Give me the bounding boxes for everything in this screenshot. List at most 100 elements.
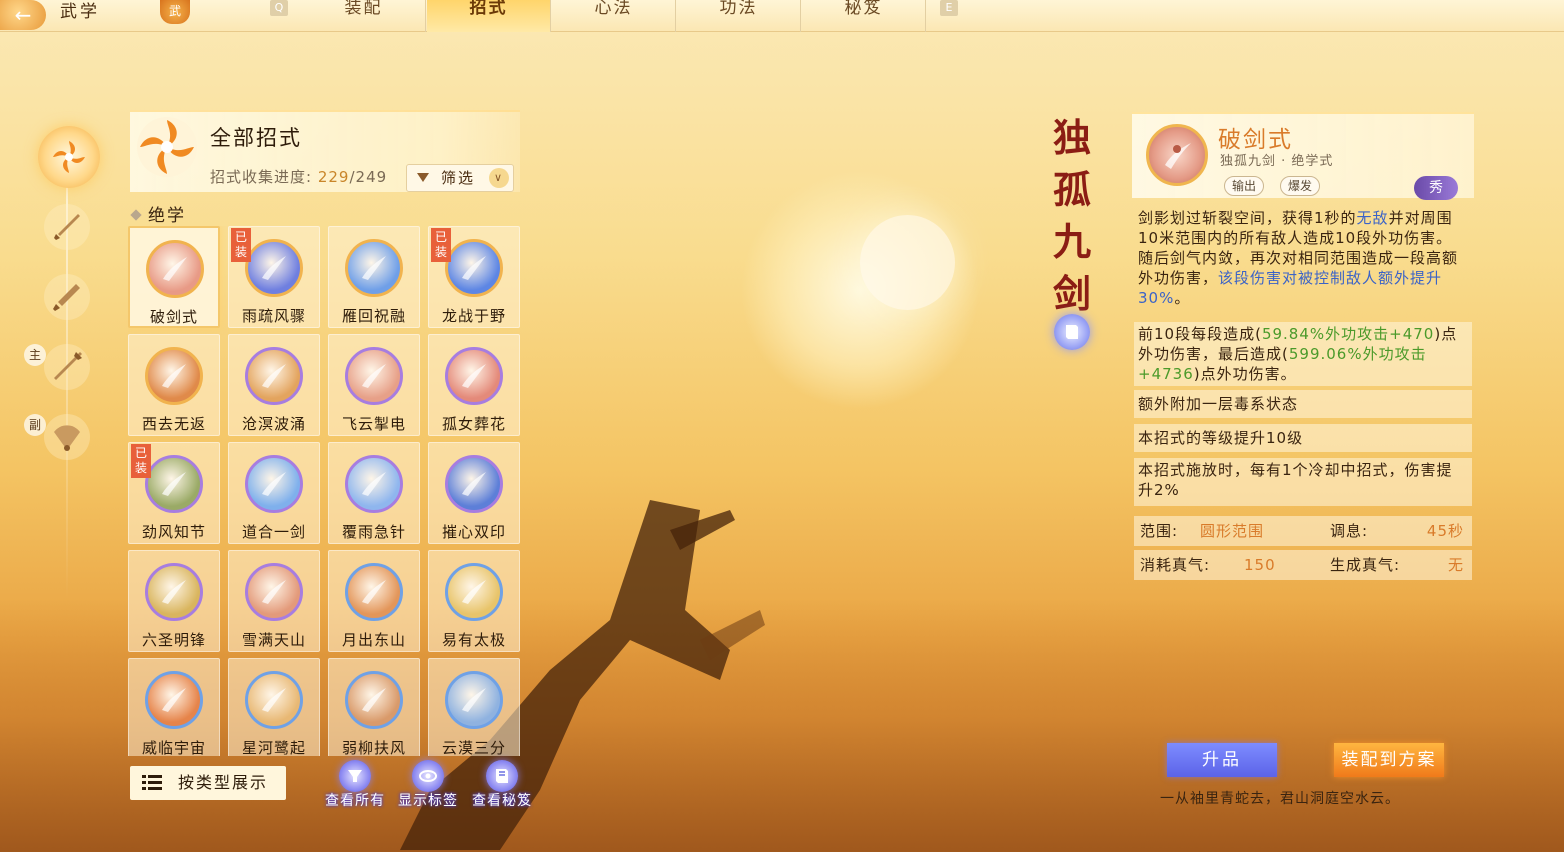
arrow-left-icon: ← bbox=[14, 3, 32, 27]
martial-emblem-icon: 武 bbox=[160, 0, 190, 24]
move-card[interactable]: 道合一剑 bbox=[228, 442, 320, 544]
progress-current: 229 bbox=[317, 168, 350, 186]
equipped-tag: 已装 bbox=[431, 228, 451, 262]
move-card[interactable]: 雁回祝融 bbox=[328, 226, 420, 328]
spear-icon bbox=[54, 352, 82, 380]
move-card[interactable]: 雪满天山 bbox=[228, 550, 320, 652]
move-card[interactable]: 月出东山 bbox=[328, 550, 420, 652]
view-manual-label: 查看秘笈 bbox=[472, 793, 532, 809]
formula-text: 前10段每段造成( bbox=[1138, 325, 1262, 343]
show-tags-label: 显示标签 bbox=[398, 793, 458, 809]
back-button[interactable]: ← bbox=[0, 0, 46, 30]
effect-poison: 额外附加一层毒系状态 bbox=[1134, 390, 1472, 418]
damage-formula: 前10段每段造成(59.84%外功攻击+470)点外功伤害，最后造成(599.0… bbox=[1134, 322, 1472, 386]
chevron-down-icon: ∨ bbox=[489, 168, 509, 188]
flavor-poem: 一从袖里青蛇去，君山洞庭空水云。 bbox=[1160, 791, 1400, 807]
diamond-icon bbox=[130, 209, 142, 221]
move-skill-icon bbox=[345, 239, 403, 297]
desc-highlight-invincible: 无敌 bbox=[1356, 209, 1389, 227]
manual-book-button[interactable] bbox=[1054, 314, 1090, 350]
move-name: 云漠三分 bbox=[441, 739, 506, 756]
view-all-button[interactable]: 查看所有 bbox=[315, 760, 395, 809]
move-card[interactable]: 西去无返 bbox=[128, 334, 220, 436]
nav-blade[interactable] bbox=[44, 274, 90, 320]
move-card[interactable]: 孤女葬花 bbox=[428, 334, 520, 436]
move-name: 孤女葬花 bbox=[441, 415, 506, 433]
section-label: 绝学 bbox=[130, 201, 186, 226]
tab-moves[interactable]: 招式 bbox=[427, 0, 551, 32]
move-name: 六圣明锋 bbox=[141, 631, 206, 649]
move-name: 弱柳扶风 bbox=[341, 739, 406, 756]
move-card[interactable]: 飞云掣电 bbox=[328, 334, 420, 436]
move-skill-icon bbox=[445, 239, 503, 297]
nav-fan[interactable] bbox=[44, 414, 90, 460]
move-portrait-icon bbox=[1146, 124, 1208, 186]
cooldown-value: 45秒 bbox=[1426, 522, 1464, 540]
move-name: 易有太极 bbox=[441, 631, 506, 649]
equip-to-plan-button[interactable]: 装配到方案 bbox=[1334, 743, 1444, 777]
move-name: 雪满天山 bbox=[241, 631, 306, 649]
flower-emblem-icon bbox=[53, 141, 85, 173]
desc-text: 。 bbox=[1174, 289, 1191, 307]
tag-burst: 爆发 bbox=[1280, 176, 1320, 196]
move-name: 覆雨急针 bbox=[341, 523, 406, 541]
move-card[interactable]: 摧心双印 bbox=[428, 442, 520, 544]
move-card[interactable]: 星河鹭起 bbox=[228, 658, 320, 756]
nav-sword[interactable] bbox=[44, 204, 90, 250]
move-skill-icon bbox=[445, 671, 503, 729]
tab-mind-method[interactable]: 心法 bbox=[552, 0, 676, 32]
move-skill-icon bbox=[245, 455, 303, 513]
key-hint-e: E bbox=[940, 0, 958, 16]
move-card[interactable]: 劲风知节 已装 bbox=[128, 442, 220, 544]
cooldown-label: 调息: bbox=[1330, 522, 1369, 540]
list-icon bbox=[142, 775, 162, 790]
move-card[interactable]: 覆雨急针 bbox=[328, 442, 420, 544]
upgrade-button[interactable]: 升品 bbox=[1167, 743, 1277, 777]
move-card[interactable]: 雨疏风骤 已装 bbox=[228, 226, 320, 328]
move-card[interactable]: 弱柳扶风 bbox=[328, 658, 420, 756]
nav-spear[interactable] bbox=[44, 344, 90, 390]
move-skill-icon bbox=[245, 671, 303, 729]
blade-icon bbox=[53, 284, 80, 311]
filter-button[interactable]: 筛选 ∨ bbox=[406, 164, 514, 192]
formula-text: )点外功伤害。 bbox=[1193, 365, 1297, 383]
moon bbox=[860, 215, 955, 310]
move-name: 龙战于野 bbox=[441, 307, 506, 325]
funnel-icon bbox=[339, 760, 371, 792]
page-title: 武学 bbox=[60, 2, 100, 22]
view-by-type-button[interactable]: 按类型展示 bbox=[130, 766, 286, 800]
move-card[interactable]: 易有太极 bbox=[428, 550, 520, 652]
move-skill-icon bbox=[445, 455, 503, 513]
move-card[interactable]: 云漠三分 bbox=[428, 658, 520, 756]
fan-icon bbox=[54, 425, 80, 451]
view-toggle-label: 按类型展示 bbox=[178, 773, 269, 792]
move-description: 剑影划过斩裂空间，获得1秒的无敌并对周围10米范围内的所有敌人造成10段外功伤害… bbox=[1134, 206, 1472, 310]
move-skill-icon bbox=[245, 563, 303, 621]
sub-weapon-badge: 副 bbox=[24, 414, 46, 436]
qi-gen-label: 生成真气: bbox=[1330, 556, 1401, 574]
move-skill-icon bbox=[145, 563, 203, 621]
move-skill-icon bbox=[345, 563, 403, 621]
stat-row-qi: 消耗真气: 150 生成真气: 无 bbox=[1134, 550, 1472, 580]
move-subtitle: 独孤九剑 · 绝学式 bbox=[1220, 154, 1334, 169]
filter-icon bbox=[417, 173, 429, 182]
progress-total: /249 bbox=[349, 168, 388, 186]
move-name: 破剑式 bbox=[1218, 127, 1293, 153]
show-tags-button[interactable]: 显示标签 bbox=[388, 760, 468, 809]
move-skill-icon bbox=[145, 347, 203, 405]
tab-assembly[interactable]: 装配 bbox=[302, 0, 426, 32]
move-skill-icon bbox=[345, 455, 403, 513]
progress-label: 招式收集进度: bbox=[210, 168, 313, 186]
tab-secret-manual[interactable]: 秘笈 bbox=[802, 0, 926, 32]
move-card[interactable]: 六圣明锋 bbox=[128, 550, 220, 652]
move-card[interactable]: 沧溟波涌 bbox=[228, 334, 320, 436]
move-name: 摧心双印 bbox=[441, 523, 506, 541]
tab-technique[interactable]: 功法 bbox=[677, 0, 801, 32]
move-name: 雁回祝融 bbox=[341, 307, 406, 325]
move-card[interactable]: 破剑式 bbox=[128, 226, 220, 328]
view-manual-button[interactable]: 查看秘笈 bbox=[462, 760, 542, 809]
move-card[interactable]: 龙战于野 已装 bbox=[428, 226, 520, 328]
nav-all-weapons[interactable] bbox=[38, 126, 100, 188]
range-value: 圆形范围 bbox=[1200, 522, 1265, 540]
move-card[interactable]: 威临宇宙 bbox=[128, 658, 220, 756]
